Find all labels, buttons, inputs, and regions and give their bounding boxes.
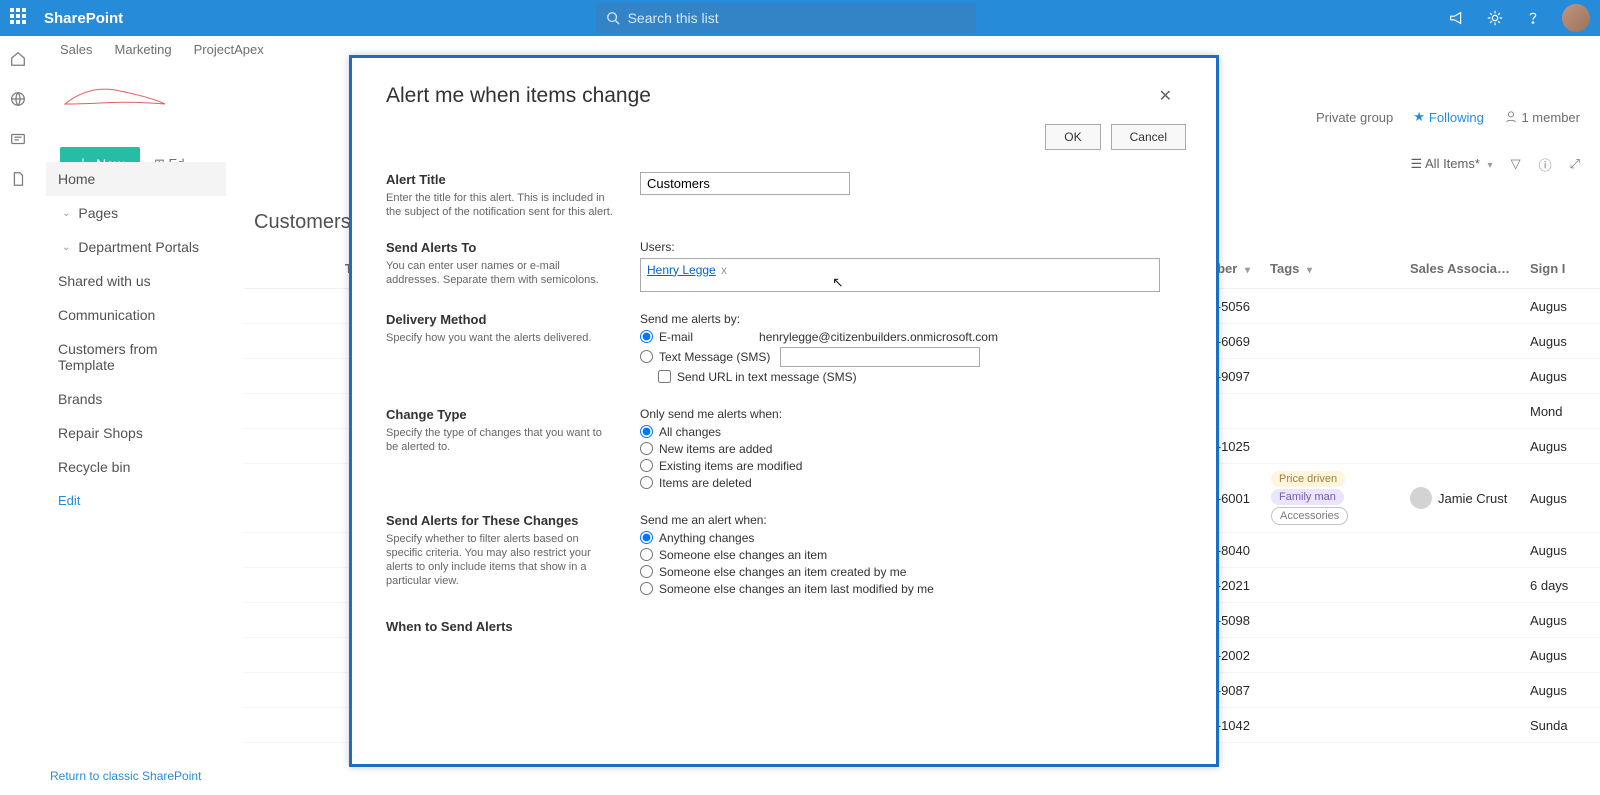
change-type-label: Only send me alerts when: xyxy=(640,407,1186,421)
cancel-button[interactable]: Cancel xyxy=(1111,124,1186,150)
ct-all-radio[interactable] xyxy=(640,425,653,438)
send-to-desc: You can enter user names or e-mail addre… xyxy=(386,259,616,288)
change-type-heading: Change Type xyxy=(386,407,616,422)
ct-new-radio[interactable] xyxy=(640,442,653,455)
alert-title-heading: Alert Title xyxy=(386,172,616,187)
users-label: Users: xyxy=(640,240,1186,254)
cr-anything-radio[interactable] xyxy=(640,531,653,544)
ct-deleted-radio[interactable] xyxy=(640,476,653,489)
cr-else-item-radio[interactable] xyxy=(640,548,653,561)
alert-title-input[interactable] xyxy=(640,172,850,195)
sms-number-input[interactable] xyxy=(780,347,980,367)
criteria-label: Send me an alert when: xyxy=(640,513,1186,527)
delivery-email-label: E-mail xyxy=(659,330,693,344)
remove-user-icon[interactable]: x xyxy=(718,263,727,277)
user-chip[interactable]: Henry Legge xyxy=(647,263,716,277)
ok-button[interactable]: OK xyxy=(1045,124,1100,150)
send-url-sms-checkbox[interactable] xyxy=(658,370,671,383)
send-to-heading: Send Alerts To xyxy=(386,240,616,255)
users-input[interactable]: Henry Legge x xyxy=(640,258,1160,292)
dialog-title: Alert me when items change xyxy=(386,84,651,108)
criteria-desc: Specify whether to filter alerts based o… xyxy=(386,532,616,589)
delivery-heading: Delivery Method xyxy=(386,312,616,327)
cr-else-modified-radio[interactable] xyxy=(640,582,653,595)
delivery-sms-label: Text Message (SMS) xyxy=(659,350,770,364)
change-type-desc: Specify the type of changes that you wan… xyxy=(386,426,616,455)
cr-else-created-radio[interactable] xyxy=(640,565,653,578)
delivery-email-address: henrylegge@citizenbuilders.onmicrosoft.c… xyxy=(759,330,998,344)
send-url-sms-label: Send URL in text message (SMS) xyxy=(677,370,857,384)
ct-modified-radio[interactable] xyxy=(640,459,653,472)
delivery-sms-radio[interactable] xyxy=(640,350,653,363)
delivery-email-radio[interactable] xyxy=(640,330,653,343)
alert-title-desc: Enter the title for this alert. This is … xyxy=(386,191,616,220)
delivery-desc: Specify how you want the alerts delivere… xyxy=(386,331,616,345)
delivery-label: Send me alerts by: xyxy=(640,312,1186,326)
when-heading: When to Send Alerts xyxy=(386,619,616,634)
criteria-heading: Send Alerts for These Changes xyxy=(386,513,616,528)
close-icon[interactable]: ✕ xyxy=(1159,86,1182,106)
